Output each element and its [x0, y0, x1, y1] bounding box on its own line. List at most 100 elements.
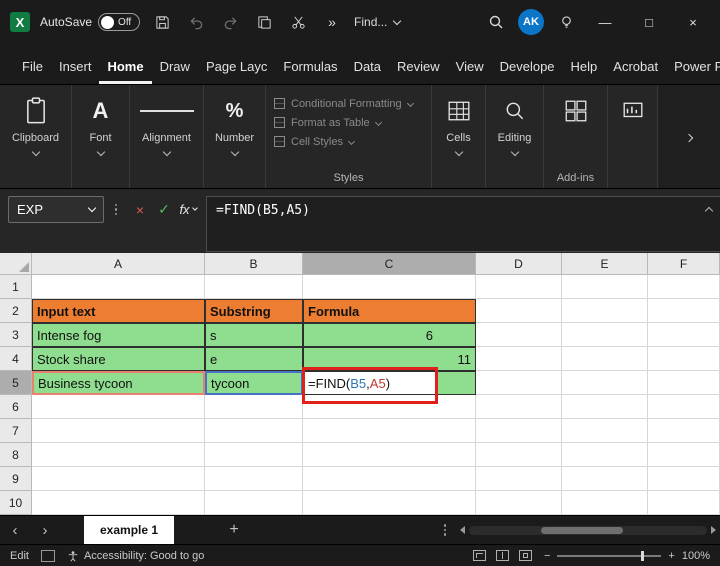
ribbon-tab-power-pivot[interactable]: Power Piv — [666, 51, 720, 84]
cell-C5-formula-editor[interactable]: =FIND(B5, A5) — [304, 372, 435, 394]
cell-F6[interactable] — [648, 395, 720, 419]
maximize-button[interactable]: □ — [632, 7, 666, 37]
confirm-entry-button[interactable]: ✓ — [152, 196, 176, 223]
cell-C8[interactable] — [303, 443, 476, 467]
ribbon-expand-button[interactable] — [684, 128, 694, 146]
cell-D4[interactable] — [476, 347, 562, 371]
zoom-in-button[interactable]: + — [668, 550, 674, 562]
page-break-view-button[interactable] — [518, 550, 532, 561]
insert-function-button[interactable]: fx — [176, 196, 200, 223]
cell-A5[interactable]: Business tycoon — [32, 371, 205, 395]
row-header-10[interactable]: 10 — [0, 491, 32, 515]
next-sheet-button[interactable]: › — [30, 522, 60, 539]
quick-access-overflow-button[interactable]: » — [320, 10, 344, 34]
ribbon-tab-data[interactable]: Data — [346, 51, 389, 84]
zoom-out-button[interactable]: − — [544, 550, 550, 562]
ribbon-tab-acrobat[interactable]: Acrobat — [605, 51, 666, 84]
cell-E6[interactable] — [562, 395, 648, 419]
cell-E3[interactable] — [562, 323, 648, 347]
cell-F5[interactable] — [648, 371, 720, 395]
cell-D9[interactable] — [476, 467, 562, 491]
cut-button[interactable] — [286, 10, 310, 34]
close-button[interactable]: × — [676, 7, 710, 37]
ribbon-tab-help[interactable]: Help — [563, 51, 606, 84]
cell-C1[interactable] — [303, 275, 476, 299]
ribbon-tab-review[interactable]: Review — [389, 51, 448, 84]
column-header-F[interactable]: F — [648, 253, 720, 275]
sheet-options-button[interactable] — [443, 524, 446, 536]
scroll-right-button[interactable] — [711, 526, 716, 534]
name-box[interactable]: EXP — [8, 196, 104, 223]
sheet-tab-example1[interactable]: example 1 — [84, 516, 175, 544]
row-header-3[interactable]: 3 — [0, 323, 32, 347]
conditional-formatting-button[interactable]: Conditional Formatting — [274, 94, 414, 113]
cell-C6[interactable] — [303, 395, 476, 419]
macro-record-icon[interactable] — [40, 549, 55, 562]
ribbon-tab-page-layout[interactable]: Page Layc — [198, 51, 275, 84]
cell-B6[interactable] — [205, 395, 303, 419]
ribbon-tab-insert[interactable]: Insert — [51, 51, 100, 84]
cell-B3[interactable]: s — [205, 323, 303, 347]
cell-A1[interactable] — [32, 275, 205, 299]
cell-A2[interactable]: Input text — [32, 299, 205, 323]
cell-C3[interactable]: 6 — [303, 323, 476, 347]
cell-B10[interactable] — [205, 491, 303, 515]
cell-A3[interactable]: Intense fog — [32, 323, 205, 347]
page-layout-view-button[interactable] — [495, 550, 509, 561]
cell-B1[interactable] — [205, 275, 303, 299]
cell-F8[interactable] — [648, 443, 720, 467]
column-header-A[interactable]: A — [32, 253, 205, 275]
ribbon-group-addins[interactable]: Add-ins — [544, 85, 608, 188]
cell-D6[interactable] — [476, 395, 562, 419]
cell-styles-button[interactable]: Cell Styles — [274, 132, 356, 151]
search-button[interactable] — [484, 10, 508, 34]
cell-A7[interactable] — [32, 419, 205, 443]
ribbon-group-editing[interactable]: Editing — [486, 85, 544, 188]
cell-D7[interactable] — [476, 419, 562, 443]
cell-E10[interactable] — [562, 491, 648, 515]
cell-D5[interactable] — [476, 371, 562, 395]
row-header-4[interactable]: 4 — [0, 347, 32, 371]
row-header-5[interactable]: 5 — [0, 371, 32, 395]
cell-B4[interactable]: e — [205, 347, 303, 371]
cell-C10[interactable] — [303, 491, 476, 515]
ribbon-group-clipboard[interactable]: Clipboard — [0, 85, 72, 188]
zoom-level[interactable]: 100% — [682, 550, 710, 562]
cell-F10[interactable] — [648, 491, 720, 515]
cell-A6[interactable] — [32, 395, 205, 419]
format-as-table-button[interactable]: Format as Table — [274, 113, 382, 132]
cell-F1[interactable] — [648, 275, 720, 299]
cell-D8[interactable] — [476, 443, 562, 467]
row-header-7[interactable]: 7 — [0, 419, 32, 443]
column-header-D[interactable]: D — [476, 253, 562, 275]
cell-C5[interactable]: =FIND(B5, A5) — [303, 371, 476, 395]
save-button[interactable] — [150, 10, 174, 34]
ribbon-tab-formulas[interactable]: Formulas — [275, 51, 345, 84]
cell-D3[interactable] — [476, 323, 562, 347]
cell-C2[interactable]: Formula — [303, 299, 476, 323]
tell-me-button[interactable] — [554, 10, 578, 34]
cell-B8[interactable] — [205, 443, 303, 467]
ribbon-group-font[interactable]: A Font — [72, 85, 130, 188]
cell-E8[interactable] — [562, 443, 648, 467]
cell-C4[interactable]: 11 — [303, 347, 476, 371]
cell-B5[interactable]: tycoon — [205, 371, 303, 395]
cell-E2[interactable] — [562, 299, 648, 323]
cell-A9[interactable] — [32, 467, 205, 491]
column-header-B[interactable]: B — [205, 253, 303, 275]
collapse-formula-bar-button[interactable] — [704, 203, 714, 218]
ribbon-group-extra[interactable] — [608, 85, 658, 188]
add-sheet-button[interactable]: + — [222, 521, 246, 539]
column-header-E[interactable]: E — [562, 253, 648, 275]
cell-D1[interactable] — [476, 275, 562, 299]
cell-B9[interactable] — [205, 467, 303, 491]
formula-input[interactable]: =FIND(B5,A5) — [206, 196, 720, 252]
cell-F2[interactable] — [648, 299, 720, 323]
scrollbar-thumb[interactable] — [541, 526, 623, 534]
cell-F4[interactable] — [648, 347, 720, 371]
zoom-slider[interactable] — [557, 550, 662, 561]
cell-E5[interactable] — [562, 371, 648, 395]
scroll-left-button[interactable] — [460, 526, 465, 534]
cancel-entry-button[interactable]: × — [128, 196, 152, 223]
redo-button[interactable] — [218, 10, 242, 34]
